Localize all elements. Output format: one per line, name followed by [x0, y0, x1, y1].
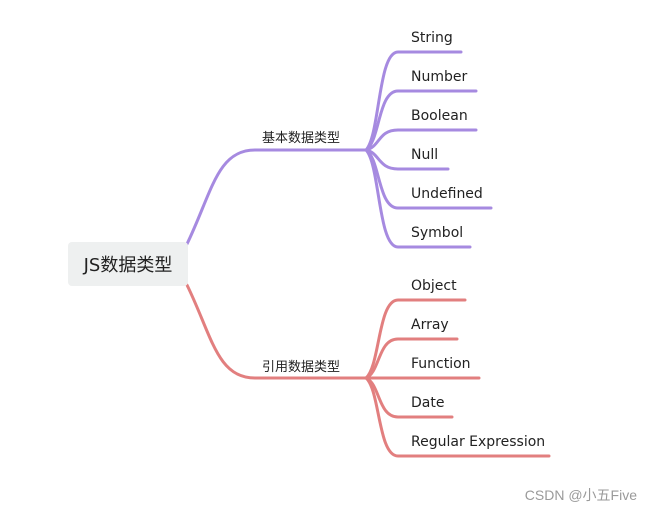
watermark: CSDN @小五Five — [524, 487, 637, 503]
leaf-node-undefined[interactable]: Undefined — [411, 186, 483, 202]
leaf-node-number[interactable]: Number — [411, 69, 467, 85]
root-node-label: JS数据类型 — [83, 255, 173, 276]
branch-connector — [185, 148, 368, 246]
leaf-node-string[interactable]: String — [411, 30, 453, 46]
leaf-node-symbol[interactable]: Symbol — [411, 225, 463, 241]
branch-node-reference-types[interactable]: 引用数据类型 — [262, 356, 340, 375]
leaf-node-boolean[interactable]: Boolean — [411, 108, 468, 124]
leaf-node-object[interactable]: Object — [411, 278, 457, 294]
branch-node-primitive-types[interactable]: 基本数据类型 — [262, 127, 340, 146]
leaf-node-null[interactable]: Null — [411, 147, 438, 163]
leaf-node-regular-expression[interactable]: Regular Expression — [411, 434, 545, 450]
leaf-node-array[interactable]: Array — [411, 317, 449, 333]
leaf-node-function[interactable]: Function — [411, 356, 471, 372]
root-node[interactable]: JS数据类型 — [68, 242, 188, 286]
leaf-node-date[interactable]: Date — [411, 395, 444, 411]
leaf-connector — [364, 50, 463, 152]
